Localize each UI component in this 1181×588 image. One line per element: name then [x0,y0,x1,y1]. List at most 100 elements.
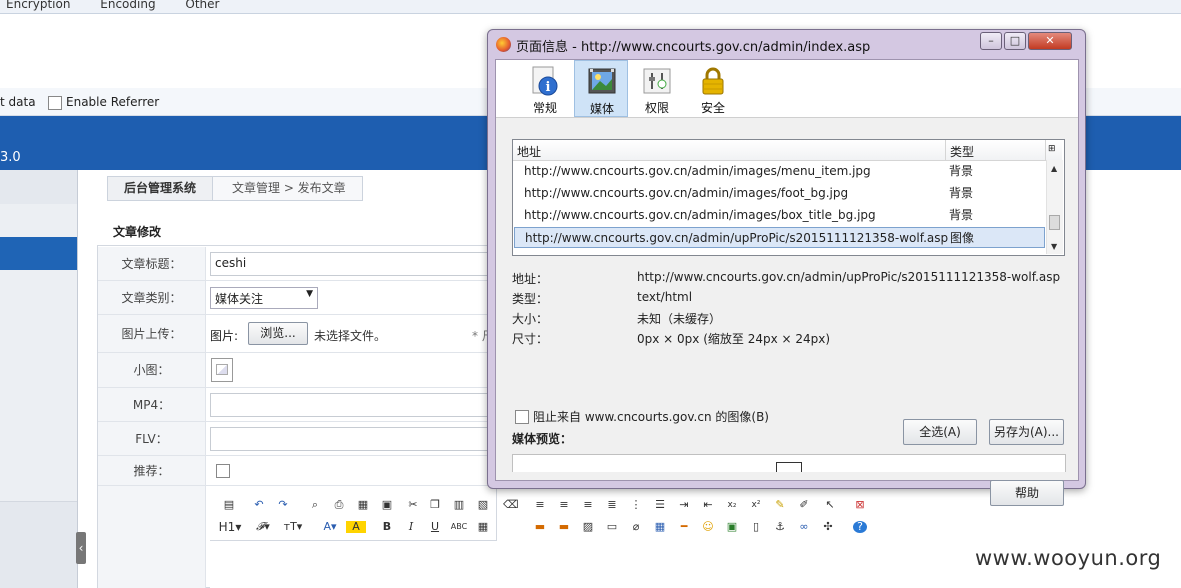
recommend-checkbox[interactable] [216,464,230,478]
cut-icon[interactable]: ✂ [406,499,420,511]
unordered-list-icon[interactable]: ☰ [653,499,667,511]
strikethrough-icon[interactable]: ABC [450,521,468,533]
superscript-icon[interactable]: x² [749,499,763,511]
code-icon[interactable]: ▣ [380,499,394,511]
align-left-icon[interactable]: ≡ [533,499,547,511]
address-label: 地址： [512,272,549,286]
bold-icon[interactable]: B [380,521,394,533]
scroll-down-icon[interactable]: ▼ [1051,242,1057,251]
close-button[interactable]: ✕ [1028,32,1072,50]
list-item[interactable]: http://www.cncourts.gov.cn/admin/images/… [514,183,1045,204]
eraser-icon[interactable]: ⌫ [503,499,519,511]
sidebar-item-active[interactable] [0,237,77,271]
scrollbar-thumb[interactable] [1049,215,1060,230]
subscript-icon[interactable]: x₂ [725,499,739,511]
sidebar-item[interactable] [0,204,77,238]
sidebar-collapse-button[interactable]: ‹ [76,532,86,564]
list-scrollbar[interactable]: ▲ ▼ [1046,160,1063,254]
italic-icon[interactable]: I [404,521,418,533]
redo-icon[interactable]: ↷ [276,499,290,511]
image-prefix: 图片: [210,329,239,343]
insert-table-icon[interactable]: ▦ [653,521,667,533]
pagebreak-icon[interactable]: ▯ [749,521,763,533]
sidebar-item[interactable] [0,402,77,436]
browse-button[interactable]: 浏览... [248,322,308,345]
tab-security[interactable]: 安全 [686,60,740,117]
source-icon[interactable]: ▤ [222,499,236,511]
sidebar-item[interactable] [0,468,77,502]
column-type[interactable]: 类型 [950,143,974,160]
sidebar-item[interactable] [0,270,77,304]
map-icon[interactable]: ▣ [725,521,739,533]
emoticon-icon[interactable]: ☺ [701,521,715,533]
media-insert-icon[interactable]: ▭ [605,521,619,533]
print-icon[interactable]: ⎙ [332,499,346,511]
enable-referrer-checkbox[interactable] [48,96,62,110]
paste-icon[interactable]: ▥ [452,499,466,511]
media-list[interactable]: 地址 类型 ⊞ http://www.cncourts.gov.cn/admin… [512,139,1065,256]
select-all-button[interactable]: 全选(A) [903,419,977,445]
help-button[interactable]: 帮助 [990,480,1064,506]
sidebar-item[interactable] [0,369,77,403]
anchor-icon[interactable]: ⚓ [773,521,787,533]
breadcrumb-home[interactable]: 后台管理系统 [108,177,213,200]
ordered-list-icon[interactable]: ⋮ [629,499,643,511]
table-icon[interactable]: ▦ [476,521,490,533]
link-icon[interactable]: ∞ [797,521,811,533]
flv-input[interactable] [210,427,500,451]
list-item-selected[interactable]: http://www.cncourts.gov.cn/admin/upProPi… [514,227,1045,248]
list-item[interactable]: http://www.cncourts.gov.cn/admin/images/… [514,161,1045,182]
help-icon[interactable]: ? [853,521,867,533]
tab-general[interactable]: i 常规 [518,60,572,117]
font-family-icon[interactable]: 𝓕▾ [252,521,274,533]
category-select[interactable]: 媒体关注 ▼ [210,287,318,309]
multi-image-icon[interactable]: ▬ [557,521,571,533]
attachment-icon[interactable]: ⌀ [629,521,643,533]
column-picker-icon[interactable]: ⊞ [1048,144,1059,155]
underline-icon[interactable]: U [428,521,442,533]
menu-encoding[interactable]: Encoding [100,0,155,11]
title-label: 文章标题： [98,247,206,281]
menu-encryption[interactable]: Encryption [6,0,70,11]
template-icon[interactable]: ▦ [356,499,370,511]
tab-permissions[interactable]: 权限 [630,60,684,117]
preview-icon[interactable]: ⌕ [308,499,322,511]
sidebar-item[interactable] [0,435,77,469]
save-as-button[interactable]: 另存为(A)... [989,419,1064,445]
mp4-input[interactable] [210,393,500,417]
unlink-icon[interactable]: ✣ [821,521,835,533]
minimize-button[interactable]: – [980,32,1002,50]
editor-content-area[interactable] [210,540,497,588]
image-insert-icon[interactable]: ▬ [533,521,547,533]
format-icon[interactable]: ✐ [797,499,811,511]
paste-text-icon[interactable]: ▧ [476,499,490,511]
maximize-button[interactable]: □ [1004,32,1026,50]
heading-icon[interactable]: H1▾ [218,521,242,533]
scroll-up-icon[interactable]: ▲ [1051,164,1057,173]
undo-icon[interactable]: ↶ [252,499,266,511]
sidebar-item[interactable] [0,336,77,370]
align-right-icon[interactable]: ≡ [581,499,595,511]
post-data-label: t data [0,95,36,109]
font-size-icon[interactable]: тT▾ [282,521,304,533]
indent-icon[interactable]: ⇥ [677,499,691,511]
block-images-checkbox[interactable] [515,410,529,424]
highlight-icon[interactable]: A [346,521,366,533]
select-icon[interactable]: ↖ [823,499,837,511]
outdent-icon[interactable]: ⇤ [701,499,715,511]
flash-icon[interactable]: ▨ [581,521,595,533]
tab-media[interactable]: 媒体 [574,60,628,117]
column-address[interactable]: 地址 [517,143,541,160]
font-color-icon[interactable]: A▾ [320,521,340,533]
fullscreen-icon[interactable]: ⊠ [853,499,867,511]
justify-icon[interactable]: ≣ [605,499,619,511]
flv-row [206,422,500,456]
title-input[interactable]: ceshi [210,252,500,276]
sidebar-item[interactable] [0,303,77,337]
list-item[interactable]: http://www.cncourts.gov.cn/admin/images/… [514,205,1045,226]
hr-icon[interactable]: ━ [677,521,691,533]
copy-icon[interactable]: ❐ [428,499,442,511]
align-center-icon[interactable]: ≡ [557,499,571,511]
menu-other[interactable]: Other [185,0,219,11]
brush-icon[interactable]: ✎ [773,499,787,511]
